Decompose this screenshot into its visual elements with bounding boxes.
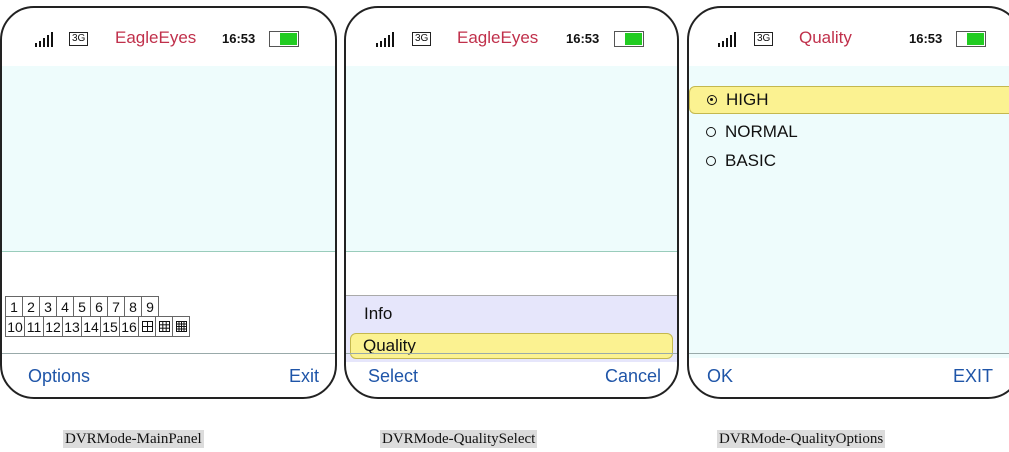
quad-layout-button[interactable] bbox=[138, 316, 156, 337]
status-bar: 3G Quality 16:53 bbox=[689, 8, 1009, 66]
caption-quality-select: DVRMode-QualitySelect bbox=[380, 430, 538, 448]
quad-layout-icon bbox=[141, 321, 153, 332]
cancel-softkey[interactable]: Cancel bbox=[605, 366, 661, 387]
softkey-bar: Options Exit bbox=[2, 353, 335, 397]
softkey-bar: Select Cancel bbox=[346, 353, 677, 397]
video-area bbox=[346, 66, 677, 252]
exit-softkey[interactable]: Exit bbox=[289, 366, 319, 387]
channel-button-9[interactable]: 9 bbox=[141, 296, 159, 317]
caption-main-panel: DVRMode-MainPanel bbox=[63, 430, 204, 448]
channel-button-2[interactable]: 2 bbox=[22, 296, 40, 317]
options-menu: Info Quality bbox=[346, 295, 677, 362]
option-normal[interactable]: NORMAL bbox=[689, 118, 1009, 146]
select-softkey[interactable]: Select bbox=[368, 366, 418, 387]
battery-icon bbox=[269, 31, 299, 47]
radio-unselected-icon bbox=[706, 127, 716, 137]
clock: 16:53 bbox=[566, 31, 600, 46]
option-basic[interactable]: BASIC bbox=[689, 147, 1009, 175]
channel-button-14[interactable]: 14 bbox=[81, 316, 101, 337]
clock: 16:53 bbox=[909, 31, 943, 46]
battery-icon bbox=[956, 31, 986, 47]
network-badge: 3G bbox=[69, 32, 89, 46]
options-softkey[interactable]: Options bbox=[28, 366, 90, 387]
screen-title: Quality bbox=[799, 28, 852, 47]
channel-button-3[interactable]: 3 bbox=[39, 296, 57, 317]
softkey-bar: OK EXIT bbox=[689, 353, 1009, 397]
sixteen-layout-button[interactable] bbox=[172, 316, 190, 337]
status-bar: 3G EagleEyes 16:53 bbox=[2, 8, 335, 66]
channel-button-7[interactable]: 7 bbox=[107, 296, 125, 317]
caption-quality-options: DVRMode-QualityOptions bbox=[717, 430, 886, 448]
signal-icon bbox=[35, 31, 53, 47]
channel-grid: 1 2 3 4 5 6 7 8 9 10 11 12 13 14 15 16 bbox=[5, 296, 190, 337]
channel-button-12[interactable]: 12 bbox=[43, 316, 63, 337]
battery-icon bbox=[614, 31, 644, 47]
clock: 16:53 bbox=[222, 31, 256, 46]
ok-softkey[interactable]: OK bbox=[707, 366, 733, 387]
exit-softkey[interactable]: EXIT bbox=[953, 366, 993, 387]
radio-unselected-icon bbox=[706, 156, 716, 166]
channel-button-5[interactable]: 5 bbox=[73, 296, 91, 317]
phone-main-panel: 3G EagleEyes 16:53 1 2 3 4 5 6 7 8 9 10 … bbox=[0, 6, 337, 399]
signal-icon bbox=[718, 31, 736, 47]
app-title: EagleEyes bbox=[457, 28, 539, 47]
channel-button-11[interactable]: 11 bbox=[24, 316, 44, 337]
channel-button-10[interactable]: 10 bbox=[5, 316, 25, 337]
channel-button-15[interactable]: 15 bbox=[100, 316, 120, 337]
channel-button-1[interactable]: 1 bbox=[5, 296, 23, 317]
option-basic-label: BASIC bbox=[725, 151, 777, 170]
phone-quality-select: 3G EagleEyes 16:53 Info Quality Select C… bbox=[344, 6, 679, 399]
channel-button-16[interactable]: 16 bbox=[119, 316, 139, 337]
app-title: EagleEyes bbox=[115, 28, 197, 47]
option-normal-label: NORMAL bbox=[725, 122, 798, 141]
status-bar: 3G EagleEyes 16:53 bbox=[346, 8, 677, 66]
nine-layout-button[interactable] bbox=[155, 316, 173, 337]
menu-item-info[interactable]: Info bbox=[364, 304, 392, 324]
option-high-label: HIGH bbox=[726, 90, 769, 109]
option-high[interactable]: HIGH bbox=[689, 86, 1009, 114]
phone-quality-options: 3G Quality 16:53 HIGH NORMAL BASIC OK EX… bbox=[687, 6, 1009, 399]
network-badge: 3G bbox=[754, 32, 774, 46]
network-badge: 3G bbox=[412, 32, 432, 46]
channel-button-8[interactable]: 8 bbox=[124, 296, 142, 317]
channel-button-13[interactable]: 13 bbox=[62, 316, 82, 337]
nine-layout-icon bbox=[158, 321, 170, 332]
radio-selected-icon bbox=[707, 95, 717, 105]
sixteen-layout-icon bbox=[175, 321, 187, 332]
video-area bbox=[2, 66, 335, 252]
channel-button-4[interactable]: 4 bbox=[56, 296, 74, 317]
channel-button-6[interactable]: 6 bbox=[90, 296, 108, 317]
signal-icon bbox=[376, 31, 394, 47]
